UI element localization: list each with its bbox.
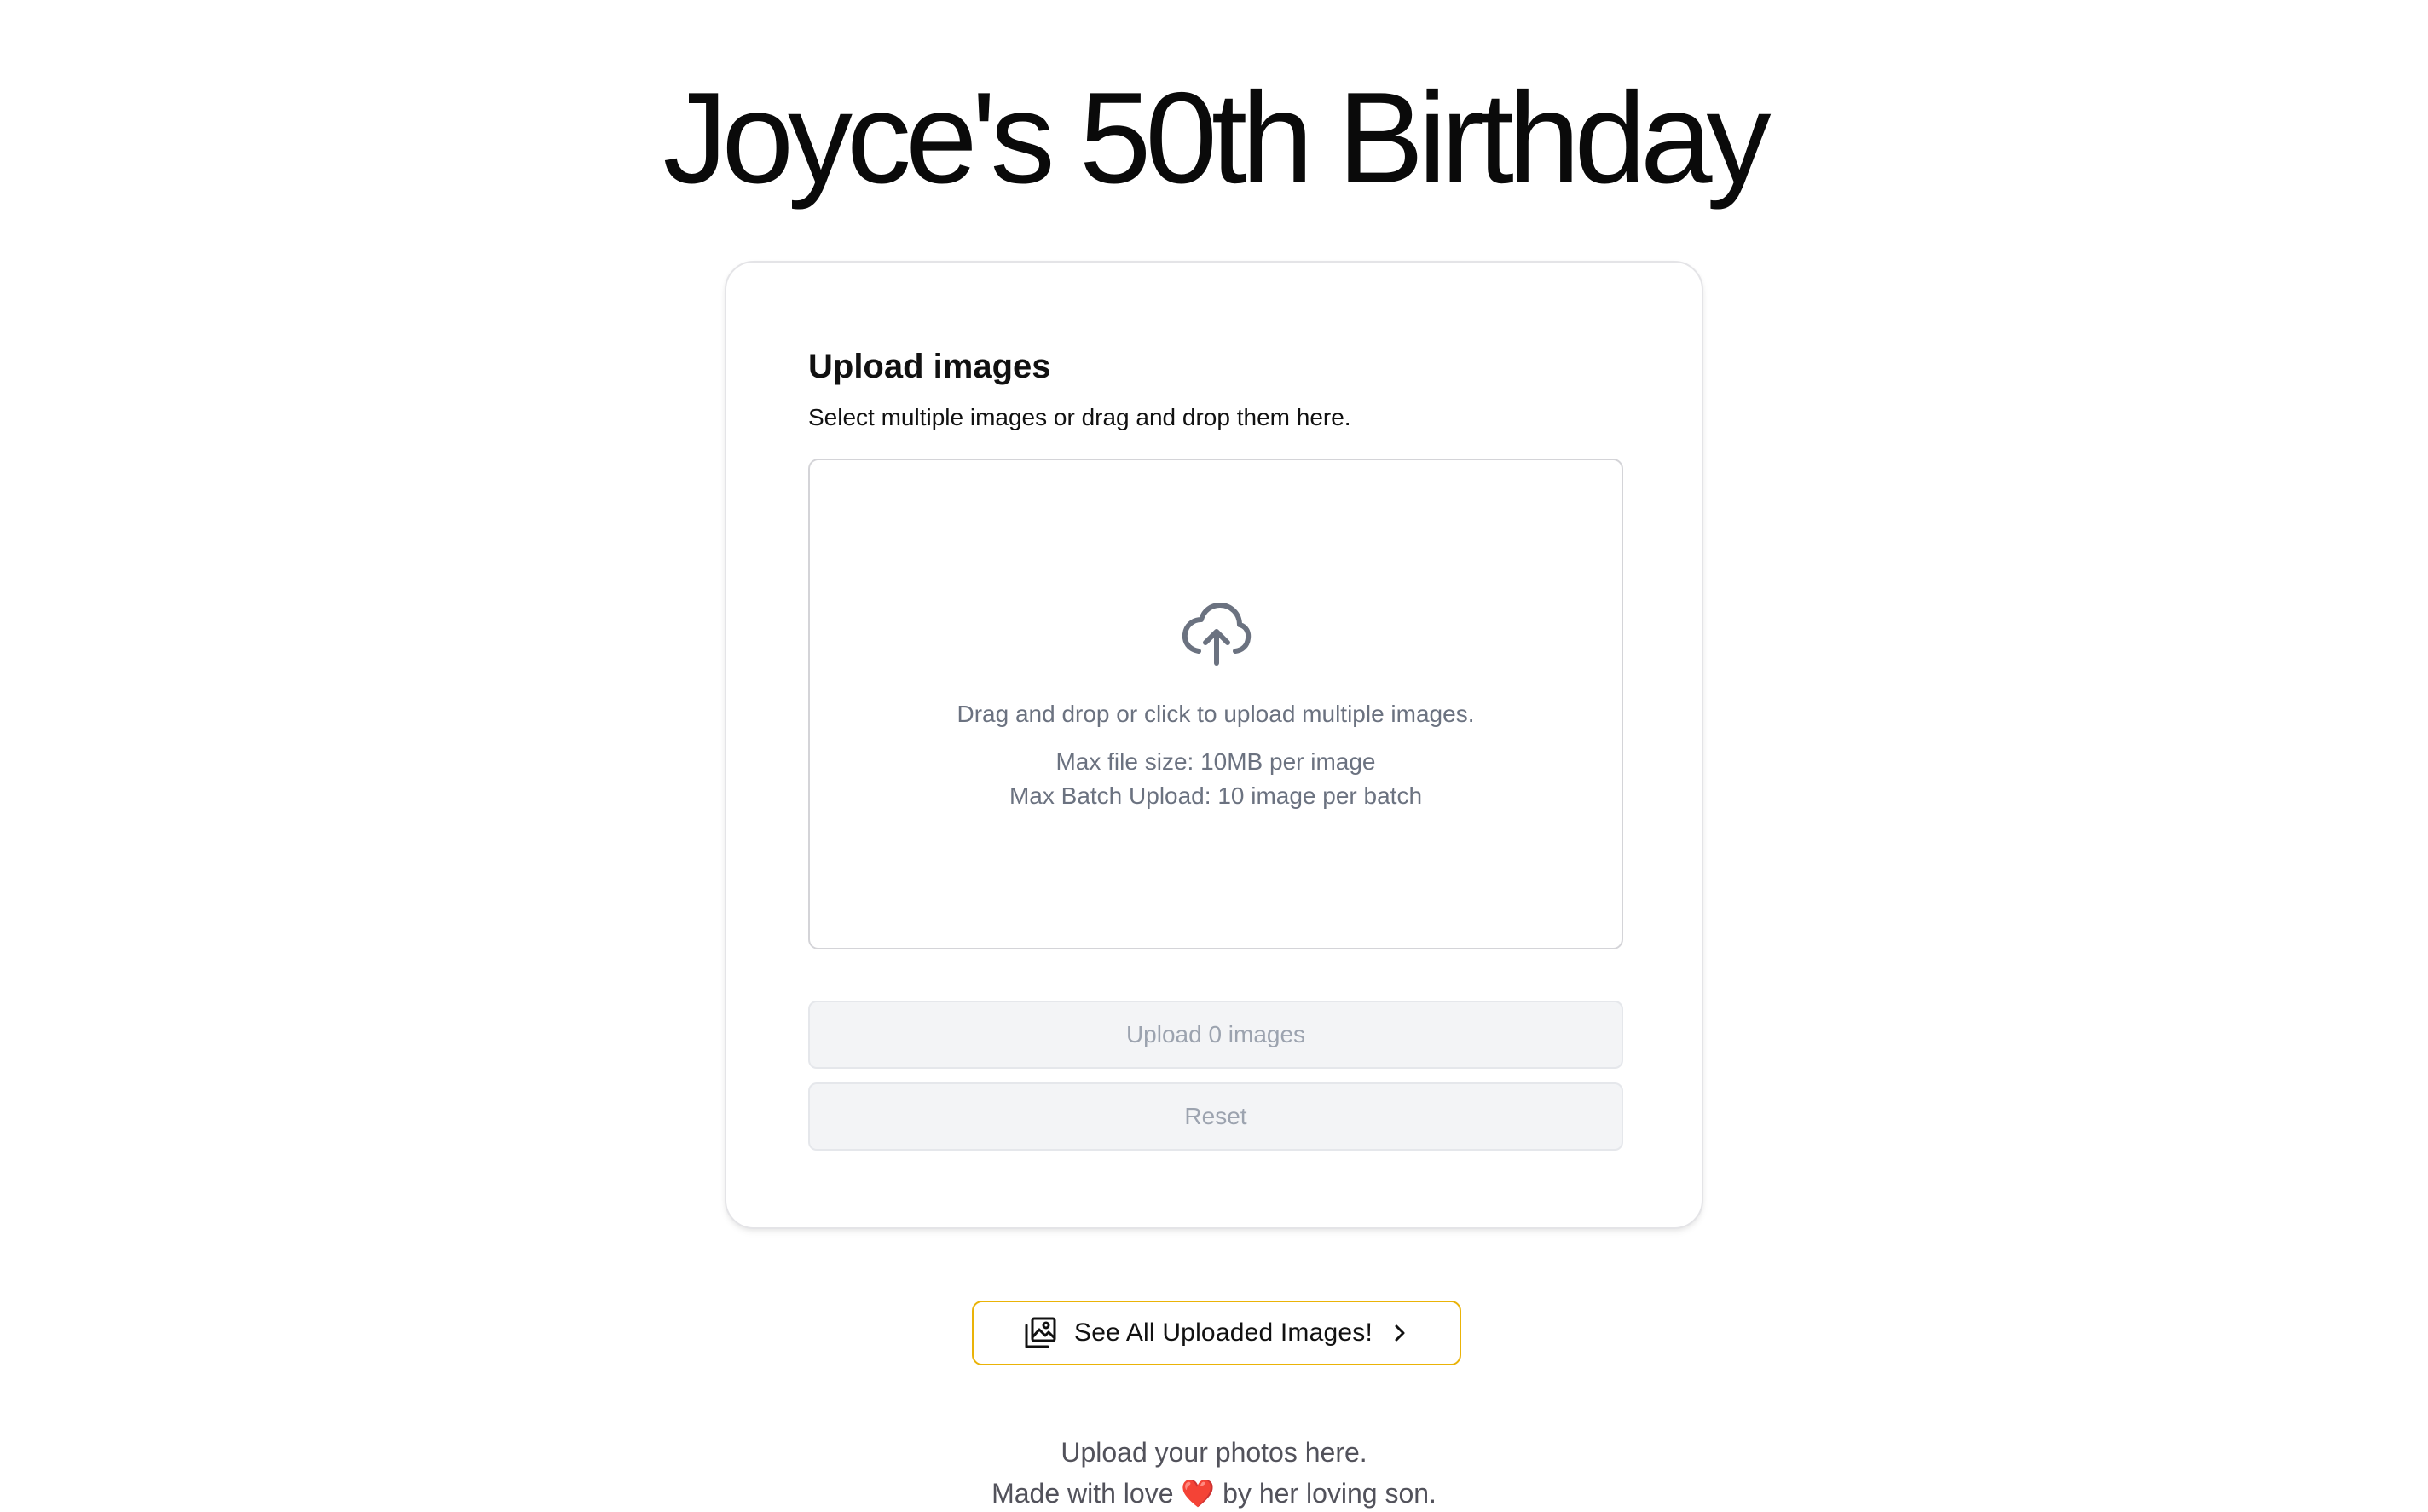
chevron-right-icon <box>1395 1324 1405 1342</box>
upload-card: Upload images Select multiple images or … <box>725 261 1703 1229</box>
see-all-label: See All Uploaded Images! <box>1073 1319 1373 1347</box>
dropzone-instructions: Drag and drop or click to upload multipl… <box>957 701 1475 727</box>
upload-card-subheading: Select multiple images or drag and drop … <box>808 404 1351 430</box>
see-all-uploaded-images-button[interactable]: See All Uploaded Images! <box>972 1301 1461 1365</box>
footer-upload-text: Upload your photos here. <box>1061 1437 1367 1468</box>
footer-made-with-love: Made with love ❤️ by her loving son. <box>0 1474 2428 1512</box>
cloud-upload-icon <box>1182 603 1252 666</box>
reset-button[interactable]: Reset <box>808 1082 1623 1151</box>
upload-card-heading: Upload images <box>808 348 1051 385</box>
page-title: Joyce's 50th Birthday <box>662 66 1772 211</box>
footer-made-with-love-before: Made with love <box>991 1478 1182 1509</box>
max-batch-text: Max Batch Upload: 10 image per batch <box>1009 782 1423 809</box>
image-dropzone[interactable]: Drag and drop or click to upload multipl… <box>808 459 1623 949</box>
upload-images-button[interactable]: Upload 0 images <box>808 1001 1623 1069</box>
heart-icon: ❤️ <box>1181 1478 1216 1509</box>
max-file-size-text: Max file size: 10MB per image <box>1055 748 1376 775</box>
footer-made-with-love-after: by her loving son. <box>1215 1478 1437 1509</box>
image-gallery-icon <box>1025 1317 1056 1348</box>
